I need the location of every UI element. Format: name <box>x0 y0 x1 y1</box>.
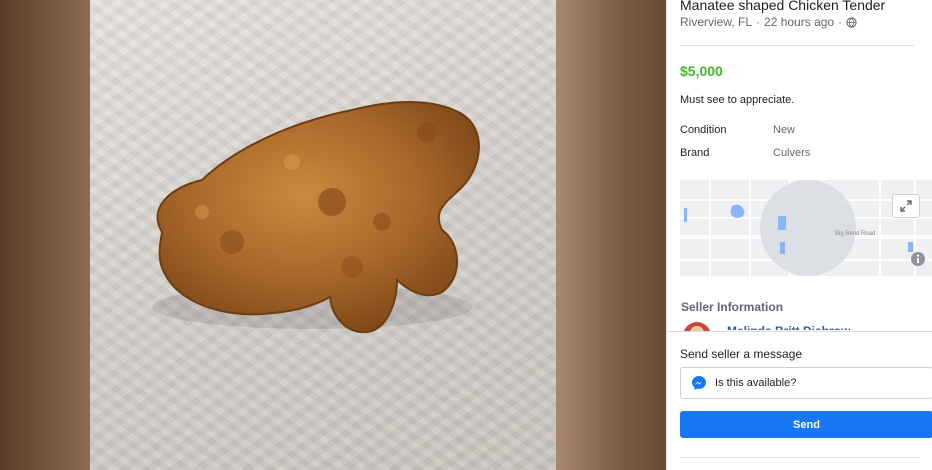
photo-blur-background-left <box>0 0 90 470</box>
listing-time-posted: 22 hours ago <box>764 15 835 29</box>
listing-location: Riverview, FL <box>680 15 753 29</box>
message-input[interactable]: Is this available? <box>680 367 932 399</box>
listing-photo-area[interactable] <box>0 0 666 470</box>
listing-location-time: Riverview, FL · 22 hours ago · <box>680 15 857 29</box>
location-map[interactable]: Big Bend Road <box>680 180 932 276</box>
map-expand-button[interactable] <box>892 194 920 218</box>
send-message-label: Send seller a message <box>680 347 803 361</box>
detail-label-brand: Brand <box>680 147 710 159</box>
messenger-icon <box>692 376 706 390</box>
photo-blur-background-right <box>556 0 666 470</box>
message-input-value: Is this available? <box>715 377 797 389</box>
listing-photo[interactable] <box>90 0 556 470</box>
detail-label-condition: Condition <box>680 124 727 136</box>
expand-icon <box>900 200 912 212</box>
chicken-tender-image <box>152 100 480 334</box>
bottom-divider <box>680 457 920 458</box>
map-street-label: Big Bend Road <box>835 231 876 237</box>
message-seller-section: Send seller a message Is this available?… <box>667 331 932 470</box>
header-divider <box>680 45 914 46</box>
detail-value-condition: New <box>773 124 796 136</box>
listing-title: Manatee shaped Chicken Tender <box>680 0 886 13</box>
listing-price: $5,000 <box>680 63 723 79</box>
detail-value-brand: Culvers <box>773 147 811 159</box>
globe-icon <box>846 16 857 28</box>
listing-details-panel: Manatee shaped Chicken Tender Riverview,… <box>666 0 932 470</box>
separator-dot: · <box>756 15 761 29</box>
seller-name-link[interactable]: Melinda Britt Dishrow <box>727 322 850 330</box>
seller-information-header: Seller Information <box>681 300 784 314</box>
separator-dot: · <box>838 15 843 29</box>
info-icon[interactable] <box>910 251 926 267</box>
listing-description: Must see to appreciate. <box>680 94 795 106</box>
send-button[interactable]: Send <box>680 411 932 438</box>
